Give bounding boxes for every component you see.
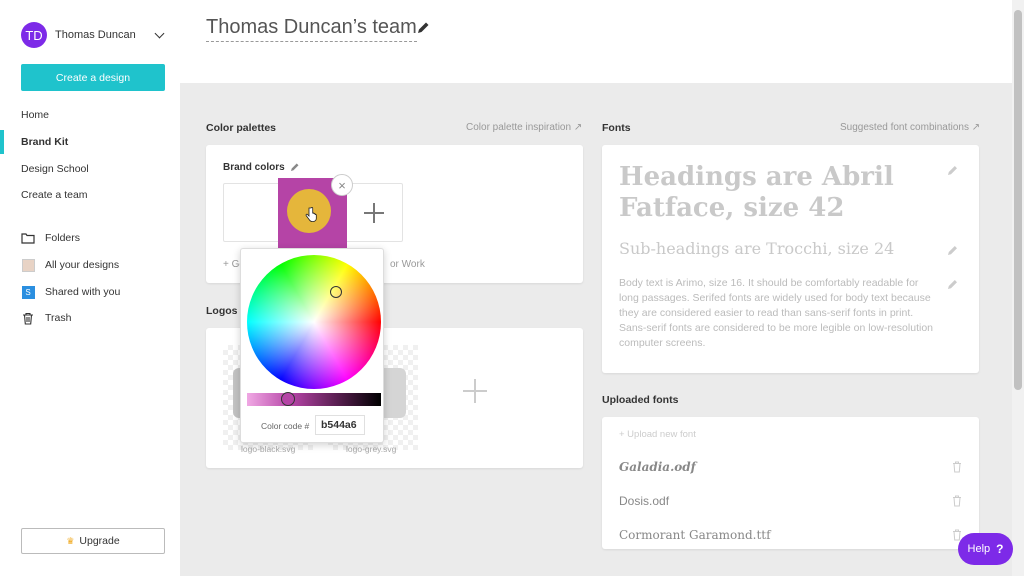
- scrollbar-thumb[interactable]: [1014, 10, 1022, 390]
- folder-icon: [21, 231, 35, 245]
- nav-folders-label: Folders: [45, 232, 81, 244]
- active-indicator: [0, 130, 4, 154]
- nav-trash-label: Trash: [45, 312, 72, 324]
- sidebar: TD Thomas Duncan Create a design Home Br…: [0, 0, 180, 576]
- pointer-cursor-icon: [305, 207, 317, 222]
- nav-all-designs[interactable]: All your designs: [21, 258, 119, 272]
- help-label: Help: [967, 543, 991, 555]
- edit-pencil-icon[interactable]: [947, 244, 959, 256]
- logos-title: Logos: [206, 305, 238, 317]
- user-name: Thomas Duncan: [55, 29, 136, 41]
- edit-pencil-icon[interactable]: [416, 21, 430, 35]
- create-design-button[interactable]: Create a design: [21, 64, 165, 91]
- fonts-card: Headings are Abril Fatface, size 42 Sub-…: [602, 145, 979, 373]
- team-title[interactable]: Thomas Duncan’s team: [206, 16, 417, 42]
- shared-icon: S: [21, 285, 35, 299]
- suggested-fonts-link[interactable]: Suggested font combinations ↗: [840, 122, 980, 133]
- uploaded-font-item: Galadia.odf: [619, 460, 696, 474]
- lightness-slider-handle[interactable]: [281, 392, 295, 406]
- body-font-sample[interactable]: Body text is Arimo, size 16. It should b…: [619, 276, 939, 351]
- chevron-down-icon: [154, 28, 165, 38]
- subheading-font-sample[interactable]: Sub-headings are Trocchi, size 24: [619, 239, 894, 258]
- color-picker: Color code #: [240, 248, 384, 443]
- help-button[interactable]: Help ?: [958, 533, 1013, 565]
- header: Thomas Duncan’s team: [180, 0, 1012, 83]
- nav-all-designs-label: All your designs: [45, 259, 120, 271]
- brand-colors-label: Brand colors: [223, 162, 285, 173]
- color-code-label: Color code #: [261, 421, 310, 431]
- uploaded-font-item: Dosis.odf: [619, 494, 670, 508]
- uploaded-font-item: Cormorant Garamond.ttf: [619, 528, 771, 542]
- user-menu[interactable]: TD Thomas Duncan: [21, 22, 167, 48]
- logo-caption-grey: logo-grey.svg: [346, 444, 397, 454]
- trash-icon: [21, 311, 35, 325]
- color-wheel[interactable]: [247, 255, 381, 389]
- nav-home[interactable]: Home: [21, 109, 49, 121]
- color-palettes-title: Color palettes: [206, 122, 277, 134]
- nav-create-team[interactable]: Create a team: [21, 189, 88, 201]
- nav-shared[interactable]: S Shared with you: [21, 285, 120, 299]
- crown-icon: ♛: [66, 535, 75, 546]
- nav-brand-kit[interactable]: Brand Kit: [21, 136, 68, 148]
- generate-palette-link-tail[interactable]: or Work: [390, 259, 425, 270]
- edit-pencil-icon[interactable]: [947, 278, 959, 290]
- designs-thumbnail-icon: [21, 258, 35, 272]
- delete-font-icon[interactable]: [952, 495, 962, 507]
- add-logo-icon[interactable]: [462, 378, 488, 404]
- add-color-icon[interactable]: [363, 202, 385, 224]
- upgrade-label: Upgrade: [79, 535, 120, 547]
- upload-font-link[interactable]: + Upload new font: [619, 429, 696, 440]
- nav-trash[interactable]: Trash: [21, 311, 71, 325]
- remove-color-button[interactable]: ×: [331, 174, 353, 196]
- edit-pencil-icon[interactable]: [290, 162, 300, 172]
- question-icon: ?: [996, 542, 1004, 556]
- nav-design-school[interactable]: Design School: [21, 163, 89, 175]
- delete-font-icon[interactable]: [952, 461, 962, 473]
- uploaded-fonts-title: Uploaded fonts: [602, 394, 679, 406]
- uploaded-fonts-card: + Upload new font Galadia.odf Dosis.odf …: [602, 417, 979, 549]
- color-code-input[interactable]: [315, 415, 365, 435]
- palette-inspiration-link[interactable]: Color palette inspiration ↗: [466, 122, 582, 133]
- logo-caption-black: logo-black.svg: [241, 444, 296, 454]
- heading-font-sample[interactable]: Headings are Abril Fatface, size 42: [619, 162, 919, 224]
- fonts-title: Fonts: [602, 122, 631, 134]
- upgrade-button[interactable]: ♛ Upgrade: [21, 528, 165, 554]
- nav-folders[interactable]: Folders: [21, 231, 80, 245]
- color-wheel-handle[interactable]: [330, 286, 342, 298]
- edit-pencil-icon[interactable]: [947, 164, 959, 176]
- lightness-slider[interactable]: [247, 393, 381, 406]
- avatar: TD: [21, 22, 47, 48]
- nav-shared-label: Shared with you: [45, 286, 121, 298]
